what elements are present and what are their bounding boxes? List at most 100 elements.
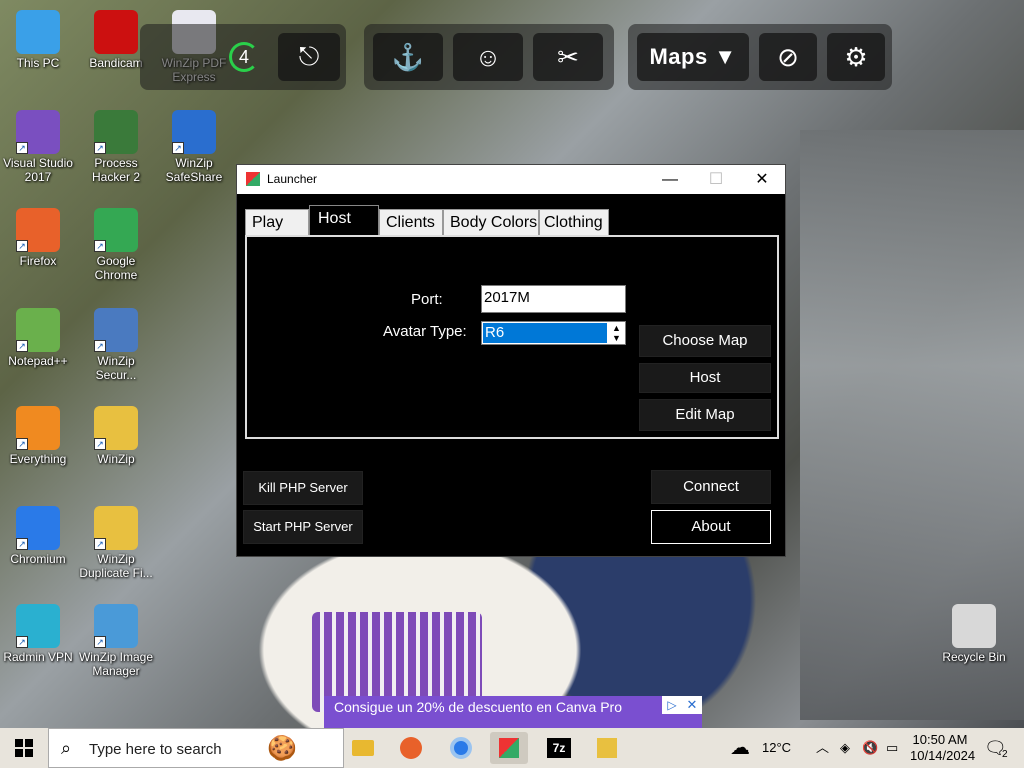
volume-muted-icon[interactable]: 🔇 (862, 728, 878, 768)
ad-close-icon[interactable]: ✕ (682, 696, 702, 714)
settings-button[interactable]: ⚙ (827, 33, 885, 81)
kill-php-server-button[interactable]: Kill PHP Server (243, 471, 363, 505)
about-button[interactable]: About (651, 510, 771, 544)
desktop-icon[interactable]: ↗ Notepad++ (0, 308, 76, 368)
avatar-type-spinner[interactable]: R6 ▲ ▼ (481, 321, 626, 345)
avatar-icon: ☺ (474, 41, 502, 72)
desktop-icon[interactable]: ↗ Firefox (0, 208, 76, 268)
host-panel: Port: 2017M Avatar Type: R6 ▲ ▼ Choose Ma… (245, 235, 779, 439)
chromium-taskbar-icon[interactable] (442, 732, 480, 764)
desktop-icon[interactable]: ↗ Radmin VPN (0, 604, 76, 664)
windows-icon (15, 739, 33, 757)
desktop-icon[interactable]: Recycle Bin (936, 604, 1012, 664)
tools-icon: ✂ (557, 41, 579, 72)
no-gravity-button[interactable]: ⊘ (759, 33, 817, 81)
process-hacker-icon: ↗ (94, 110, 138, 154)
taskbar-search-box[interactable]: ⌕ Type here to search 🍪 (48, 728, 344, 768)
desktop-icon[interactable]: ↗ Visual Studio 2017 (0, 110, 76, 184)
tab-body-colors[interactable]: Body Colors (443, 209, 539, 235)
radmin-vpn-icon: ↗ (16, 604, 60, 648)
desktop-icon-label: WinZip (97, 452, 135, 466)
tray-chevron-icon[interactable]: ︿ (816, 728, 829, 768)
desktop-icon[interactable]: ↗ WinZip Image Manager (78, 604, 154, 678)
winzip-image-icon: ↗ (94, 604, 138, 648)
start-button[interactable] (0, 728, 48, 768)
ad-banner[interactable]: Consigue un 20% de descuento en Canva Pr… (324, 696, 702, 728)
toolbar-group-left: 4 ⎋ (140, 24, 346, 90)
maximize-button[interactable]: ☐ (693, 165, 739, 194)
shortcut-arrow-icon: ↗ (94, 438, 106, 450)
tray-app-icon[interactable]: ◈ (840, 728, 850, 768)
file-explorer-icon[interactable] (344, 732, 382, 764)
desktop-icon[interactable]: ↗ WinZip SafeShare (156, 110, 232, 184)
spinner-arrows-icon[interactable]: ▲ ▼ (609, 323, 624, 343)
search-placeholder: Type here to search (89, 741, 222, 758)
tab-host[interactable]: Host (309, 205, 379, 236)
minimize-button[interactable]: — (647, 165, 693, 194)
desktop-icon[interactable]: ↗ WinZip Duplicate Fi... (78, 506, 154, 580)
desktop-icon[interactable]: This PC (0, 10, 76, 70)
shortcut-arrow-icon: ↗ (16, 240, 28, 252)
tab-play[interactable]: Play (245, 209, 309, 235)
shortcut-arrow-icon: ↗ (172, 142, 184, 154)
ad-info-icon[interactable]: ▷ (662, 696, 682, 714)
desktop-icon-label: Everything (9, 452, 67, 466)
launcher-titlebar[interactable]: Launcher — ☐ ✕ (237, 165, 785, 194)
host-button[interactable]: Host (639, 363, 771, 393)
settings-icon: ⚙ (844, 41, 868, 72)
taskbar: ⌕ Type here to search 🍪 7z ☁ 12°C ︿ ◈ 🔇 … (0, 728, 1024, 768)
shortcut-arrow-icon: ↗ (16, 438, 28, 450)
tools-button[interactable]: ✂ (533, 33, 603, 81)
desktop-icon-label: WinZip SafeShare (165, 156, 223, 184)
winzip-icon: ↗ (94, 406, 138, 450)
desktop-icon[interactable]: ↗ Google Chrome (78, 208, 154, 282)
exit-icon: ⎋ (298, 41, 320, 71)
desktop-icon[interactable]: ↗ Chromium (0, 506, 76, 566)
tab-clothing[interactable]: Clothing (539, 209, 609, 235)
port-value: 2017M (484, 289, 530, 306)
clock-time: 10:50 AM (912, 732, 968, 747)
winzip-taskbar-icon[interactable] (588, 732, 626, 764)
chromium-icon: ↗ (16, 506, 60, 550)
ad-text: Consigue un 20% de descuento en Canva Pr… (334, 699, 622, 715)
clock[interactable]: 10:50 AM 10/14/2024 (910, 728, 976, 768)
desktop-icon[interactable]: ↗ WinZip Secur... (78, 308, 154, 382)
recycle-bin-icon (952, 604, 996, 648)
maps-dropdown-button[interactable]: Maps ▼ (637, 33, 749, 81)
avatar-button[interactable]: ☺ (453, 33, 523, 81)
choose-map-button[interactable]: Choose Map (639, 325, 771, 357)
desktop-icon-label: WinZip Secur... (95, 354, 137, 382)
port-input[interactable]: 2017M (481, 285, 626, 313)
edit-map-button[interactable]: Edit Map (639, 399, 771, 431)
chrome-icon: ↗ (94, 208, 138, 252)
desktop-icon[interactable]: ↗ Process Hacker 2 (78, 110, 154, 184)
winzip-secure-icon: ↗ (94, 308, 138, 352)
tab-clients[interactable]: Clients (379, 209, 443, 235)
firefox-icon: ↗ (16, 208, 60, 252)
everything-icon: ↗ (16, 406, 60, 450)
desktop-icon[interactable]: ↗ Everything (0, 406, 76, 466)
weather-icon[interactable]: ☁ (730, 728, 750, 768)
close-button[interactable]: ✕ (739, 165, 785, 194)
desktop-icon-label: Recycle Bin (942, 650, 1006, 664)
launcher-taskbar-icon[interactable] (490, 732, 528, 764)
desktop-icon[interactable]: ↗ WinZip (78, 406, 154, 466)
spawn-icon: ⚓ (391, 41, 425, 72)
shortcut-arrow-icon: ↗ (94, 142, 106, 154)
avatar-type-value: R6 (483, 323, 607, 343)
shortcut-arrow-icon: ↗ (16, 636, 28, 648)
network-icon[interactable]: ▭ (886, 728, 898, 768)
spawn-button[interactable]: ⚓ (373, 33, 443, 81)
desktop-icon-label: This PC (16, 56, 60, 70)
search-highlight-icon: 🍪 (267, 735, 297, 762)
desktop-icon-label: Visual Studio 2017 (3, 156, 73, 184)
winzip-duplicate-icon: ↗ (94, 506, 138, 550)
start-php-server-button[interactable]: Start PHP Server (243, 510, 363, 544)
7zip-taskbar-icon[interactable]: 7z (540, 732, 578, 764)
clock-date: 10/14/2024 (910, 748, 976, 763)
search-icon: ⌕ (61, 738, 72, 758)
exit-button[interactable]: ⎋ (278, 33, 340, 81)
firefox-taskbar-icon[interactable] (392, 732, 430, 764)
connect-button[interactable]: Connect (651, 470, 771, 504)
weather-temp[interactable]: 12°C (762, 728, 791, 768)
